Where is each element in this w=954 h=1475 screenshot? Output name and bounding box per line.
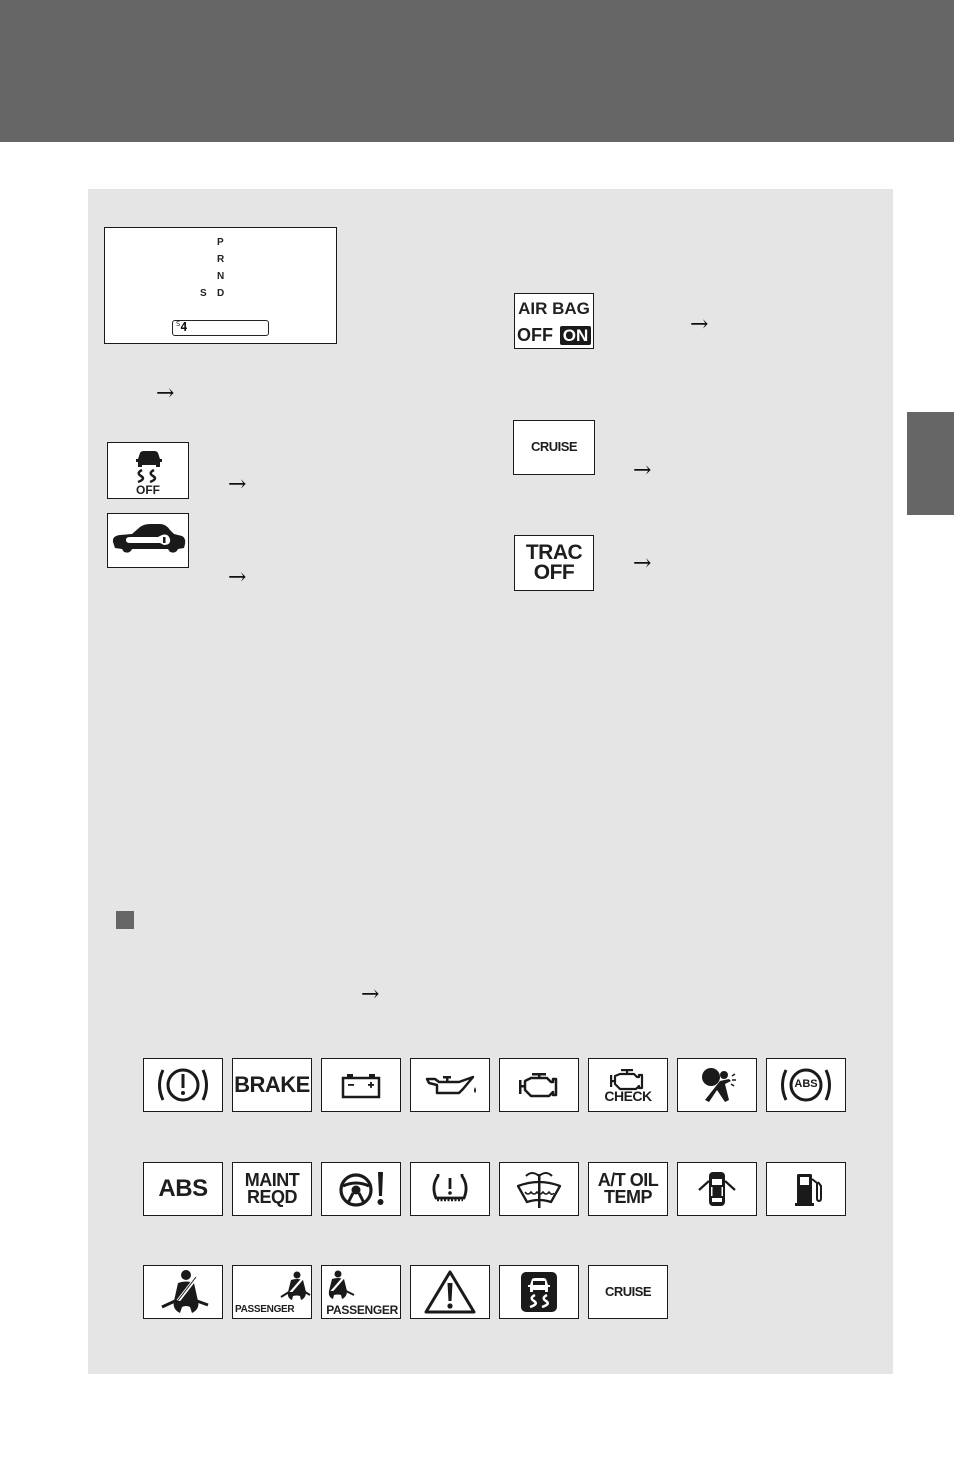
seatbelt-icon xyxy=(328,1270,355,1299)
check-label: CHECK xyxy=(604,1088,652,1105)
fuel-pump-icon xyxy=(795,1174,822,1206)
tire-pressure-icon xyxy=(432,1174,468,1202)
car-key-icon xyxy=(112,524,186,553)
trac-off-label: OFF xyxy=(533,561,575,584)
abs-circle-light: ABS xyxy=(766,1058,846,1112)
open-door-icon xyxy=(698,1172,736,1206)
header-bar xyxy=(0,0,954,142)
cruise-text-label: CRUISE xyxy=(604,1283,652,1299)
temp-label: TEMP xyxy=(603,1187,653,1207)
cruise-text-light: CRUISE xyxy=(588,1265,668,1319)
brake-text-light: BRAKE xyxy=(232,1058,312,1112)
low-fuel-light xyxy=(766,1162,846,1216)
slip-indicator-light xyxy=(499,1265,579,1319)
airbag-label: AIR BAG xyxy=(518,299,590,318)
cruise-label: CRUISE xyxy=(530,439,578,455)
master-warning-light xyxy=(410,1265,490,1319)
tire-pressure-light xyxy=(410,1162,490,1216)
skid-car-icon xyxy=(521,1272,557,1312)
reference-arrow: → xyxy=(228,472,247,497)
gear-d: D xyxy=(217,288,225,299)
airbag-on-label: ON xyxy=(560,326,591,345)
reqd-label: REQD xyxy=(246,1187,298,1207)
gear-r: R xyxy=(217,254,225,265)
battery-icon xyxy=(341,1074,381,1099)
maint-reqd-light: MAINT REQD xyxy=(232,1162,312,1216)
door-open-light xyxy=(677,1162,757,1216)
airbag-off-label: OFF xyxy=(517,325,553,345)
vsc-off-label: OFF xyxy=(136,483,160,497)
reference-arrow: → xyxy=(361,982,380,1007)
reference-arrow: → xyxy=(690,312,709,337)
airbag-off-on-indicator: AIR BAG OFF ON xyxy=(514,293,594,349)
at-oil-temp-light: A/T OIL TEMP xyxy=(588,1162,668,1216)
security-indicator xyxy=(107,513,189,568)
trac-off-indicator: TRAC OFF xyxy=(514,535,594,591)
chapter-tab xyxy=(907,412,954,515)
steering-wheel-icon xyxy=(339,1172,384,1207)
abs-text-label: ABS xyxy=(158,1174,208,1202)
brake-text-label: BRAKE xyxy=(234,1071,310,1097)
brake-circle-icon xyxy=(158,1068,208,1102)
passenger-seatbelt-light-alt: PASSENGER xyxy=(321,1265,401,1319)
reference-arrow: → xyxy=(156,381,175,406)
gear-n: N xyxy=(217,271,225,282)
abs-text-light: ABS xyxy=(143,1162,223,1216)
gear-s: S xyxy=(200,288,207,299)
reference-arrow: → xyxy=(633,551,652,576)
gear-readout: S4 xyxy=(172,320,269,336)
airbag-person-icon xyxy=(702,1068,736,1102)
washer-fluid-light xyxy=(499,1162,579,1216)
charging-light xyxy=(321,1058,401,1112)
warning-triangle-icon xyxy=(424,1270,476,1314)
srs-warning-light xyxy=(677,1058,757,1112)
readout-value: 4 xyxy=(180,320,188,334)
power-steering-light xyxy=(321,1162,401,1216)
reference-arrow: → xyxy=(228,565,247,590)
oil-can-icon xyxy=(425,1075,476,1095)
driver-seatbelt-light xyxy=(143,1265,223,1319)
gear-p: P xyxy=(217,237,224,248)
passenger-label: PASSENGER xyxy=(326,1303,398,1317)
cruise-indicator: CRUISE xyxy=(513,420,595,475)
washer-fluid-icon xyxy=(516,1172,562,1208)
shift-position-display: P R N S D S4 xyxy=(104,227,337,344)
passenger-label: PASSENGER xyxy=(235,1304,295,1315)
passenger-seatbelt-light: PASSENGER xyxy=(232,1265,312,1319)
brake-warning-light xyxy=(143,1058,223,1112)
oil-pressure-light xyxy=(410,1058,490,1112)
section-marker xyxy=(116,911,134,929)
check-engine-text-light: CHECK xyxy=(588,1058,668,1112)
seatbelt-icon xyxy=(280,1271,311,1300)
trac-label: TRAC xyxy=(525,541,583,565)
vsc-off-indicator: OFF xyxy=(107,442,189,499)
abs-circle-label: ABS xyxy=(794,1078,818,1090)
seatbelt-icon xyxy=(161,1270,209,1313)
engine-icon xyxy=(519,1073,558,1098)
check-engine-light xyxy=(499,1058,579,1112)
reference-arrow: → xyxy=(633,458,652,483)
